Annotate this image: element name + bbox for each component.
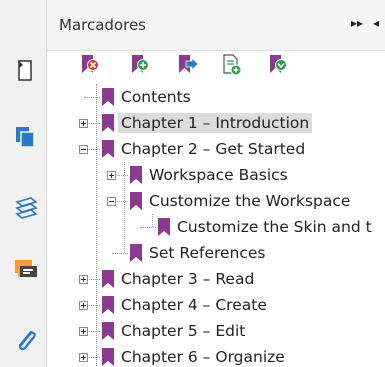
comments-icon[interactable] <box>13 258 37 282</box>
collapse-toggle-icon[interactable] <box>79 145 88 154</box>
collapse-toggle-icon[interactable] <box>107 197 116 206</box>
page-thumbnails-icon[interactable] <box>13 58 37 82</box>
move-bookmark-icon[interactable] <box>177 53 199 77</box>
bookmark-label[interactable]: Chapter 3 – Read <box>118 269 257 289</box>
panel-title: Marcadores <box>59 16 146 34</box>
panel-options-button[interactable]: ◂ <box>373 16 379 30</box>
layers-copy-icon[interactable] <box>13 124 37 148</box>
bookmark-label[interactable]: Customize the Workspace <box>146 191 353 211</box>
bookmark-flag-icon <box>129 191 143 210</box>
bookmark-flag-icon <box>129 165 143 184</box>
bookmark-label[interactable]: Chapter 6 – Organize <box>118 347 288 367</box>
bookmark-flag-icon <box>101 269 115 288</box>
bookmark-flag-icon <box>129 243 143 262</box>
tree-connector <box>112 253 128 255</box>
bookmark-tree-row[interactable]: Chapter 3 – Read <box>47 266 385 292</box>
bookmark-label[interactable]: Customize the Skin and t <box>174 217 375 237</box>
expand-toggle-icon[interactable] <box>107 171 116 180</box>
delete-bookmark-icon[interactable] <box>80 53 102 77</box>
bookmark-flag-icon <box>101 113 115 132</box>
bookmark-tree-row[interactable]: Chapter 1 – Introduction <box>47 110 385 136</box>
navigation-toolbar <box>0 0 47 367</box>
expand-toggle-icon[interactable] <box>79 119 88 128</box>
attachments-icon[interactable] <box>13 326 37 351</box>
bookmark-flag-icon <box>101 139 115 158</box>
new-bookmark-from-structure-icon[interactable] <box>221 53 243 77</box>
bookmark-tree-row[interactable]: Chapter 2 – Get Started <box>47 136 385 162</box>
bookmark-label[interactable]: Contents <box>118 87 194 107</box>
expand-toggle-icon[interactable] <box>79 353 88 362</box>
bookmarks-panel-header: Marcadores ▸▸ ◂ <box>47 0 385 51</box>
expand-toggle-icon[interactable] <box>79 275 88 284</box>
bookmark-label[interactable]: Workspace Basics <box>146 165 291 185</box>
bookmark-tree-row[interactable]: Chapter 5 – Edit <box>47 318 385 344</box>
bookmark-tree-row[interactable]: Customize the Workspace <box>47 188 385 214</box>
bookmark-tree-row[interactable]: Chapter 4 – Create <box>47 292 385 318</box>
tree-connector <box>84 97 100 99</box>
bookmark-flag-icon <box>101 321 115 340</box>
bookmark-flag-icon <box>101 295 115 314</box>
tree-connector <box>140 227 156 229</box>
bookmark-tree-row[interactable]: Set References <box>47 240 385 266</box>
bookmark-tree-row[interactable]: Chapter 6 – Organize <box>47 344 385 367</box>
bookmark-tree: Contents Chapter 1 – Introduction Chapter … <box>47 84 385 367</box>
bookmark-tree-row[interactable]: Workspace Basics <box>47 162 385 188</box>
expand-bookmark-icon[interactable] <box>268 53 290 77</box>
new-bookmark-icon[interactable] <box>130 53 152 77</box>
panel-menu-button[interactable]: ▸▸ <box>351 16 363 30</box>
bookmark-label[interactable]: Chapter 2 – Get Started <box>118 139 308 159</box>
expand-toggle-icon[interactable] <box>79 301 88 310</box>
bookmark-flag-icon <box>101 87 115 106</box>
bookmark-label[interactable]: Chapter 4 – Create <box>118 295 270 315</box>
bookmark-label[interactable]: Chapter 1 – Introduction <box>118 113 313 133</box>
bookmark-flag-icon <box>157 217 171 236</box>
bookmark-label[interactable]: Set References <box>146 243 269 263</box>
bookmark-label[interactable]: Chapter 5 – Edit <box>118 321 248 341</box>
stacked-layers-icon[interactable] <box>13 194 38 219</box>
expand-toggle-icon[interactable] <box>79 327 88 336</box>
bookmark-tree-row[interactable]: Contents <box>47 84 385 110</box>
bookmark-tree-row[interactable]: Customize the Skin and t <box>47 214 385 240</box>
bookmark-flag-icon <box>101 347 115 366</box>
